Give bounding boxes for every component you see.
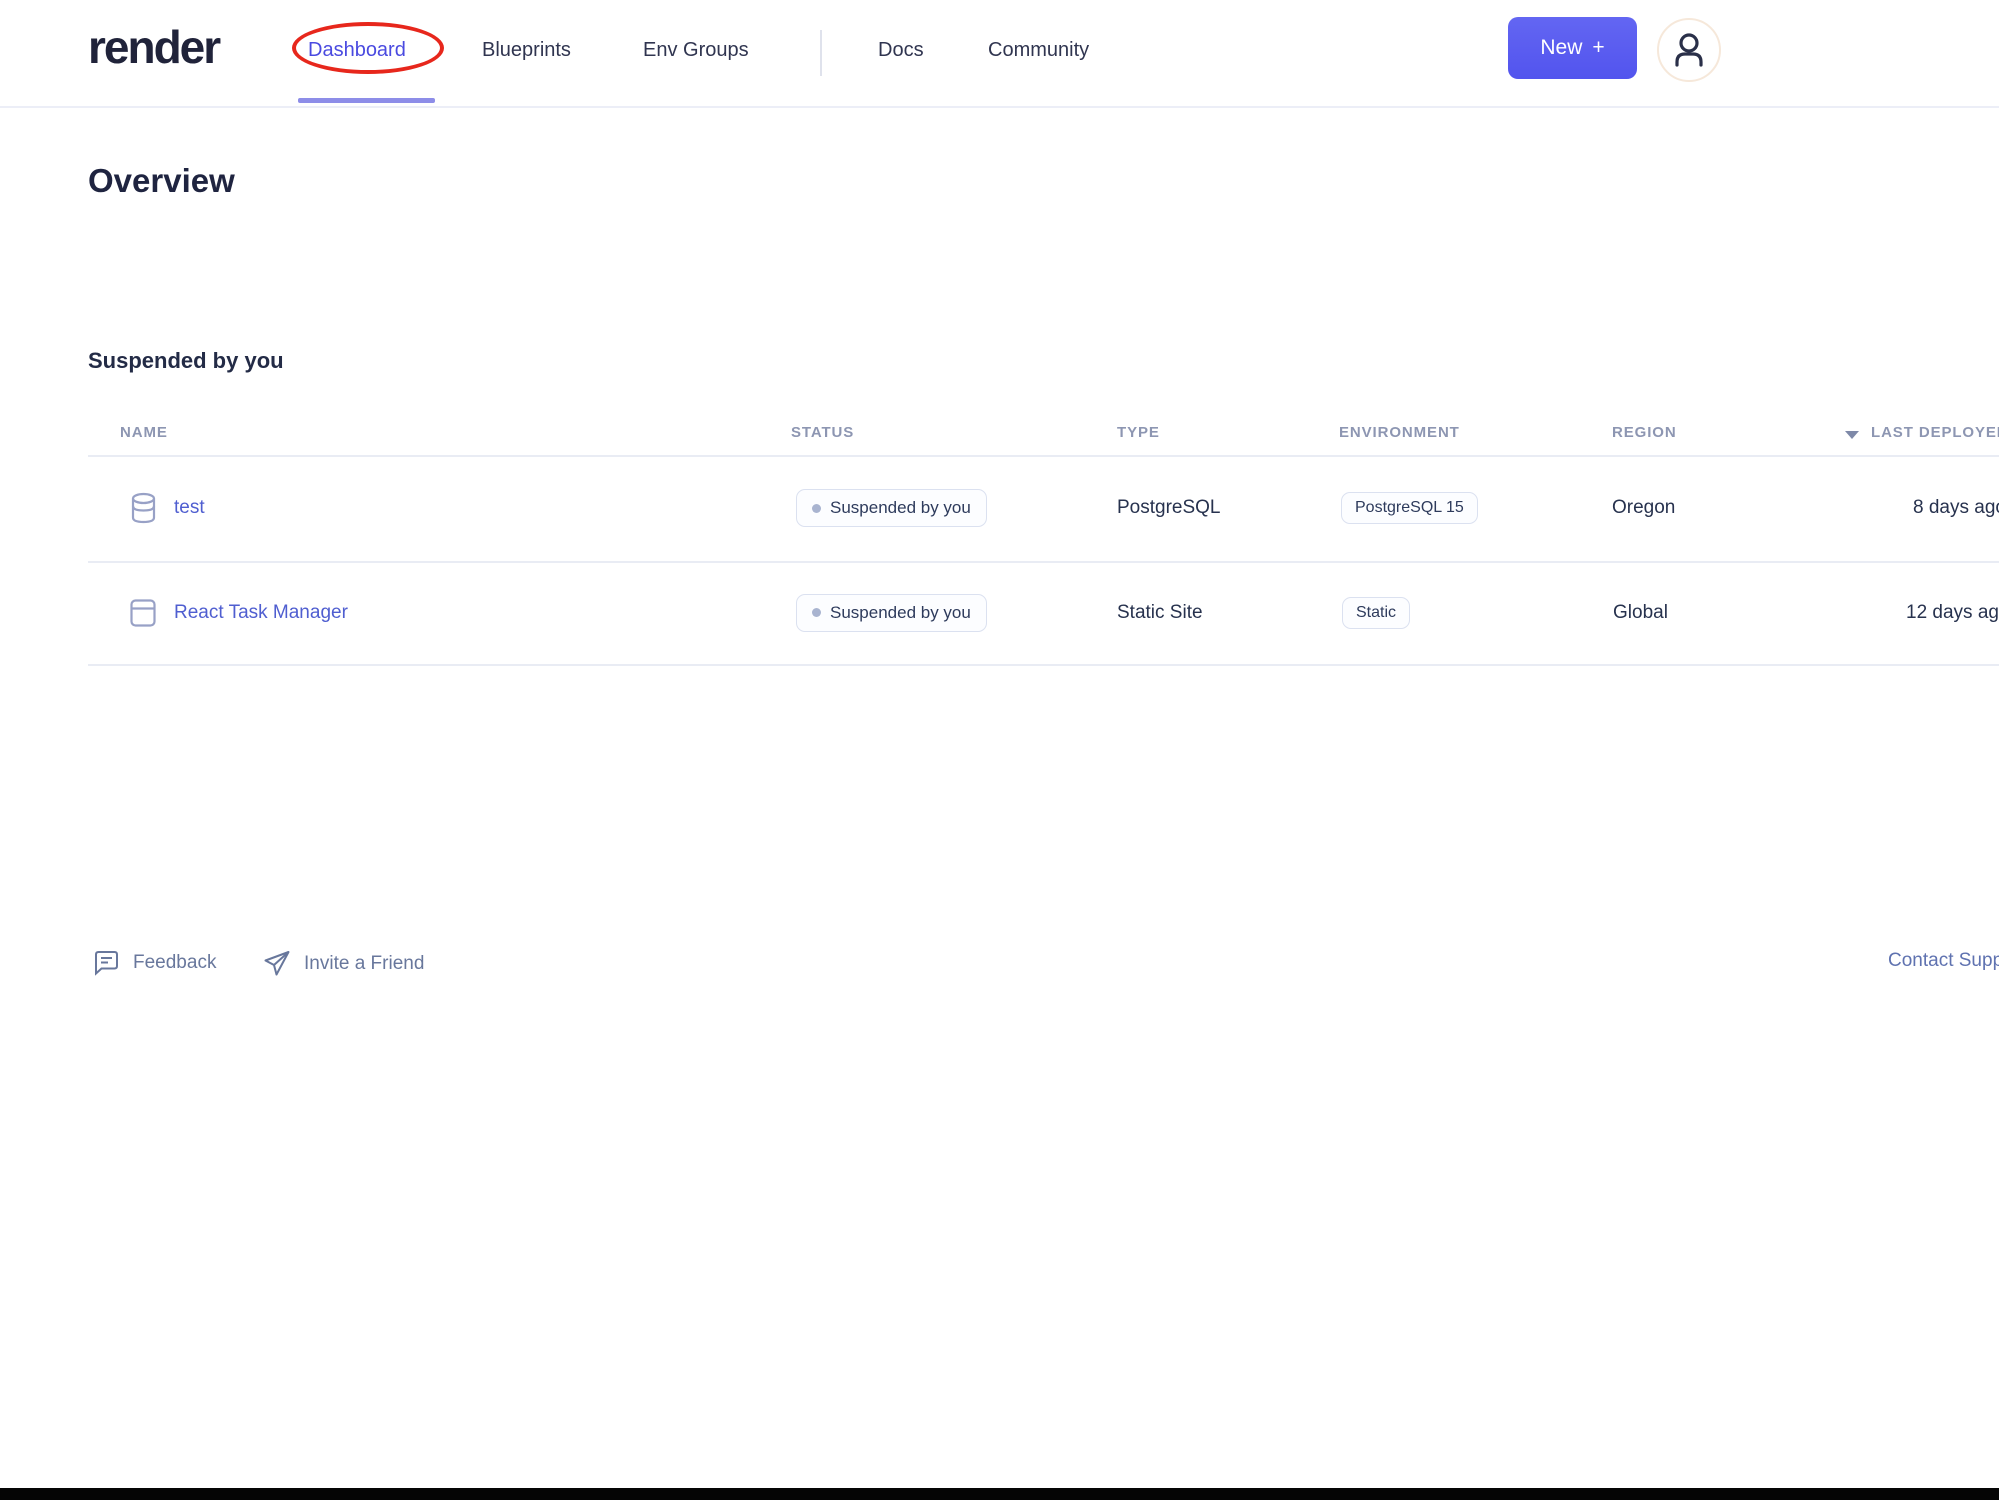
last-deploy-value: 12 days ago <box>1906 601 1999 623</box>
nav-dashboard-label: Dashboard <box>308 39 406 61</box>
feedback-label: Feedback <box>133 952 217 973</box>
service-region: Oregon <box>1612 497 1676 518</box>
status-badge: Suspended by you <box>796 593 987 632</box>
page-title: Overview <box>88 162 235 199</box>
new-button-label: New <box>1540 36 1583 59</box>
section-heading: Suspended by you <box>88 348 284 373</box>
table-row[interactable]: test Suspended by you PostgreSQL Postgre… <box>0 455 1999 561</box>
nav-divider <box>820 30 822 76</box>
environment-badge: Static <box>1342 596 1411 629</box>
sort-descending-icon <box>1845 431 1859 439</box>
column-header-name: NAME <box>120 424 168 441</box>
invite-a-friend-link[interactable]: Invite a Friend <box>263 950 424 977</box>
status-badge-label: Suspended by you <box>830 498 971 517</box>
nav-dashboard[interactable]: Dashboard <box>308 39 406 61</box>
nav-docs[interactable]: Docs <box>878 39 924 61</box>
service-region: Global <box>1613 601 1668 623</box>
bottom-black-bar <box>0 1488 1999 1500</box>
user-avatar-button[interactable] <box>1657 18 1721 82</box>
column-header-status: STATUS <box>791 424 855 441</box>
last-deploy-value: 8 days ago <box>1913 497 1999 518</box>
nav-community-label: Community <box>988 39 1090 61</box>
column-header-type: TYPE <box>1117 424 1160 441</box>
render-logo[interactable]: render <box>88 18 221 76</box>
top-nav: render Dashboard Blueprints Env Groups D… <box>0 0 1999 108</box>
environment-badge: PostgreSQL 15 <box>1341 492 1478 524</box>
status-badge-label: Suspended by you <box>830 602 971 622</box>
static-site-icon <box>130 598 156 627</box>
status-dot-icon <box>812 503 821 513</box>
status-dot-icon <box>812 608 821 617</box>
status-badge: Suspended by you <box>796 489 987 527</box>
person-icon <box>1668 29 1710 71</box>
service-type: Static Site <box>1117 601 1203 623</box>
feedback-link[interactable]: Feedback <box>93 950 216 976</box>
plus-icon: + <box>1592 36 1605 59</box>
nav-blueprints[interactable]: Blueprints <box>482 39 571 61</box>
nav-blueprints-label: Blueprints <box>482 39 571 61</box>
nav-docs-label: Docs <box>878 39 924 61</box>
column-header-environment: ENVIRONMENT <box>1339 424 1460 441</box>
render-dashboard-page: render Dashboard Blueprints Env Groups D… <box>0 0 1999 1500</box>
contact-support-link[interactable]: Contact Support <box>1888 950 1999 972</box>
feedback-icon <box>93 950 120 976</box>
contact-support-label: Contact Support <box>1888 950 1999 971</box>
column-header-region: REGION <box>1612 424 1677 441</box>
nav-env-groups[interactable]: Env Groups <box>643 39 749 61</box>
paper-plane-icon <box>263 950 291 977</box>
service-type: PostgreSQL <box>1117 497 1221 518</box>
column-header-last-deployed[interactable]: LAST DEPLOYED <box>1871 424 1999 441</box>
invite-label: Invite a Friend <box>304 952 425 974</box>
table-row[interactable]: React Task Manager Suspended by you Stat… <box>0 561 1999 664</box>
database-icon <box>130 492 157 524</box>
table-bottom-divider <box>88 664 1999 666</box>
service-name-link[interactable]: React Task Manager <box>174 602 348 624</box>
active-tab-underline <box>298 98 435 103</box>
nav-env-groups-label: Env Groups <box>643 39 749 61</box>
nav-community[interactable]: Community <box>988 39 1089 61</box>
new-button[interactable]: New + <box>1508 17 1637 79</box>
service-name-link[interactable]: test <box>174 497 205 519</box>
